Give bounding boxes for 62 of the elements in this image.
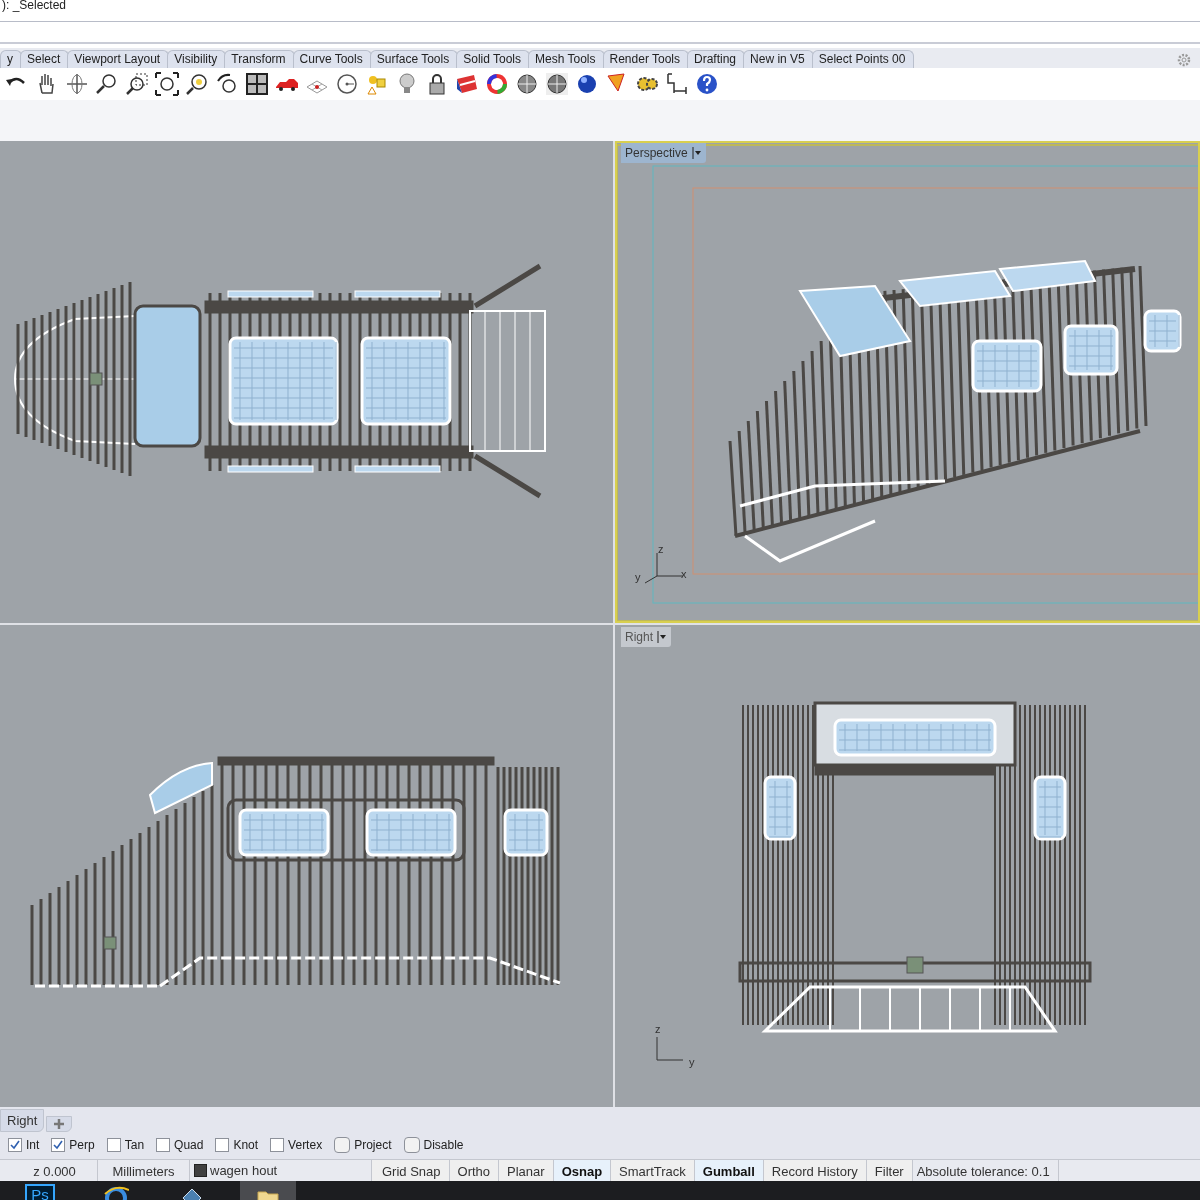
status-toggle[interactable]: Planar — [499, 1160, 554, 1181]
osnap-checkbox[interactable]: Disable — [403, 1136, 464, 1154]
circle-point-icon[interactable] — [334, 71, 360, 97]
color-wheel-icon[interactable] — [484, 71, 510, 97]
sphere-icon[interactable] — [514, 71, 540, 97]
toolbar-tab[interactable]: Drafting — [687, 50, 746, 68]
toolbar-tab[interactable]: y — [0, 50, 22, 68]
osnap-checkbox[interactable]: Vertex — [270, 1136, 323, 1154]
toolbar-tab[interactable]: Curve Tools — [292, 50, 372, 68]
toolbar-tab[interactable]: Transform — [224, 50, 295, 68]
viewport-title-tab[interactable]: Perspective — [621, 143, 706, 163]
add-tab-button[interactable] — [46, 1116, 73, 1132]
axis-label: y — [635, 571, 641, 583]
viewport-tab[interactable]: Right — [0, 1108, 45, 1132]
checkmark-icon — [53, 1140, 64, 1150]
help-icon[interactable] — [694, 71, 720, 97]
toolbar-tab[interactable]: Visibility — [167, 50, 227, 68]
toolbar-tab[interactable]: New in V5 — [743, 50, 814, 68]
osnap-checkbox[interactable]: Knot — [215, 1136, 259, 1154]
status-toggle[interactable]: Grid Snap — [372, 1160, 450, 1181]
axis-label: y — [689, 1056, 695, 1068]
status-toggle[interactable]: SmartTrack — [611, 1160, 695, 1181]
status-toggle[interactable]: Record History — [763, 1160, 867, 1181]
caret-icon[interactable] — [691, 147, 702, 159]
toolbar-tab[interactable]: Mesh Tools — [528, 50, 605, 68]
caret-icon[interactable] — [657, 631, 667, 643]
viewport-title-tab[interactable]: Right — [621, 627, 671, 647]
command-history-text: ): _Selected — [0, 0, 1200, 22]
toolbar-tab[interactable]: Viewport Layout — [67, 50, 170, 68]
zoom-extents-icon[interactable] — [154, 71, 180, 97]
toolbar-tab[interactable]: Surface Tools — [369, 50, 459, 68]
dimension-icon[interactable] — [664, 71, 690, 97]
toolbar-tab[interactable]: Render Tools — [602, 50, 689, 68]
pan-arrows-icon[interactable] — [64, 71, 90, 97]
axis-label: z — [658, 543, 664, 555]
zoom-selected-icon[interactable] — [184, 71, 210, 97]
viewport[interactable]: Perspective z y x — [615, 141, 1200, 623]
toolbar-tab[interactable]: Select — [20, 50, 70, 68]
osnap-checkbox[interactable]: Quad — [156, 1136, 204, 1154]
axis-icon — [644, 552, 684, 584]
toolbar-tab[interactable]: Solid Tools — [456, 50, 531, 68]
status-toggle[interactable]: Osnap — [553, 1160, 612, 1181]
status-toggle[interactable]: Gumball — [694, 1160, 764, 1181]
viewport[interactable]: Right z y — [615, 625, 1200, 1107]
axis-label: x — [681, 568, 687, 580]
osnap-checkbox[interactable]: Perp — [51, 1136, 95, 1154]
toolbar-tab[interactable]: Select Points 00 — [811, 50, 915, 68]
zoom-window-icon[interactable] — [124, 71, 150, 97]
checkmark-icon — [10, 1140, 20, 1150]
sphere-grid-icon[interactable] — [544, 71, 570, 97]
viewport[interactable] — [0, 141, 613, 623]
status-toggle[interactable]: Ortho — [449, 1160, 500, 1181]
four-viewports-icon[interactable] — [244, 71, 270, 97]
axis-icon — [656, 1036, 684, 1061]
taskbar-app[interactable]: Ps — [12, 1181, 68, 1200]
osnap-checkbox[interactable]: Project — [334, 1136, 392, 1154]
status-toggle[interactable]: Filter — [866, 1160, 913, 1181]
axis-label: z — [655, 1023, 661, 1035]
viewport[interactable] — [0, 625, 613, 1107]
plus-icon[interactable] — [53, 1118, 66, 1130]
osnap-checkbox[interactable]: Tan — [106, 1136, 145, 1154]
osnap-checkbox[interactable]: Int — [8, 1136, 40, 1154]
